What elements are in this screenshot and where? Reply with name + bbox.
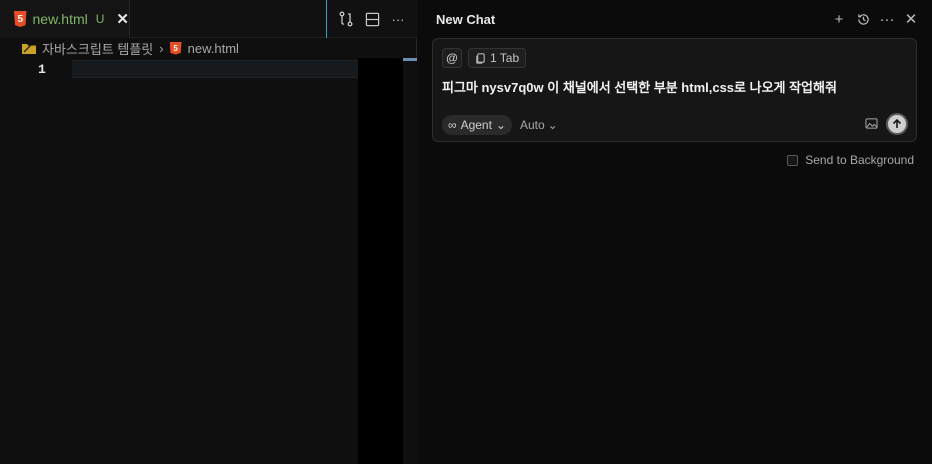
tab-context-label: 1 Tab (490, 51, 520, 65)
minimap[interactable] (358, 58, 403, 464)
more-icon[interactable]: ··· (880, 10, 895, 28)
infinity-icon: ∞ (448, 118, 457, 132)
split-editor-icon[interactable] (363, 10, 381, 28)
chevron-down-icon: ⌄ (547, 118, 558, 132)
history-icon[interactable] (856, 10, 870, 28)
line-number: 1 (38, 62, 46, 77)
code-editor[interactable] (0, 58, 417, 464)
tab-context-chip[interactable]: 1 Tab (468, 48, 527, 68)
tab-new-html[interactable]: 5 new.html U ✕ (0, 0, 130, 38)
breadcrumb: 자바스크립트 템플릿 › 5 new.html (0, 38, 417, 58)
close-icon[interactable]: ✕ (116, 10, 129, 28)
chat-pane: New Chat + ··· ✕ @ 1 Tab 피그마 nysv7q0w 이 … (418, 0, 932, 464)
mode-selector[interactable]: ∞ Agent ⌄ (442, 115, 512, 135)
breadcrumb-file[interactable]: new.html (188, 41, 239, 56)
chat-title: New Chat (436, 11, 496, 27)
chat-header: New Chat + ··· ✕ (418, 0, 932, 38)
mode-label: Agent (460, 118, 492, 132)
chevron-down-icon: ⌄ (495, 118, 506, 132)
chat-composer[interactable]: @ 1 Tab 피그마 nysv7q0w 이 채널에서 선택한 부분 html,… (432, 38, 917, 142)
composer-toolbar: ∞ Agent ⌄ Auto ⌄ (442, 113, 908, 135)
send-to-background-label: Send to Background (805, 153, 914, 167)
send-button[interactable] (886, 113, 908, 135)
editor-tabbar: 5 new.html U ✕ ··· (0, 0, 417, 38)
compare-changes-icon[interactable] (337, 10, 355, 28)
context-chips: @ 1 Tab (442, 48, 527, 68)
folder-icon (22, 42, 36, 54)
app-window: 5 new.html U ✕ ··· 자바스크립트 템플릿 › 5 new.ht… (0, 0, 932, 464)
editor-actions: ··· (326, 0, 417, 38)
image-icon[interactable] (865, 117, 878, 132)
html5-icon: 5 (14, 11, 27, 27)
model-label: Auto (519, 118, 545, 132)
send-to-background-row[interactable]: Send to Background (787, 153, 914, 167)
chat-actions: + ··· ✕ (832, 10, 918, 29)
scrollbar[interactable] (403, 58, 417, 61)
untracked-badge: U (95, 12, 105, 26)
html5-icon: 5 (169, 41, 182, 55)
more-actions-icon[interactable]: ··· (389, 10, 407, 28)
composer-right-tools (865, 113, 908, 135)
send-to-background-checkbox[interactable] (787, 154, 799, 166)
breadcrumb-folder[interactable]: 자바스크립트 템플릿 (42, 39, 153, 58)
tab-label: new.html (32, 11, 88, 27)
mention-button[interactable]: @ (442, 48, 462, 68)
editor-pane: 5 new.html U ✕ ··· 자바스크립트 템플릿 › 5 new.ht… (0, 0, 417, 464)
current-line-highlight (72, 60, 358, 78)
files-icon (476, 52, 485, 64)
model-selector[interactable]: Auto ⌄ (520, 118, 558, 132)
arrow-up-icon (892, 118, 902, 128)
chevron-right-icon: › (159, 40, 164, 56)
close-icon[interactable]: ✕ (904, 10, 918, 28)
plus-icon[interactable]: + (832, 10, 846, 28)
prompt-text[interactable]: 피그마 nysv7q0w 이 채널에서 선택한 부분 html,css로 나오게… (442, 77, 837, 96)
